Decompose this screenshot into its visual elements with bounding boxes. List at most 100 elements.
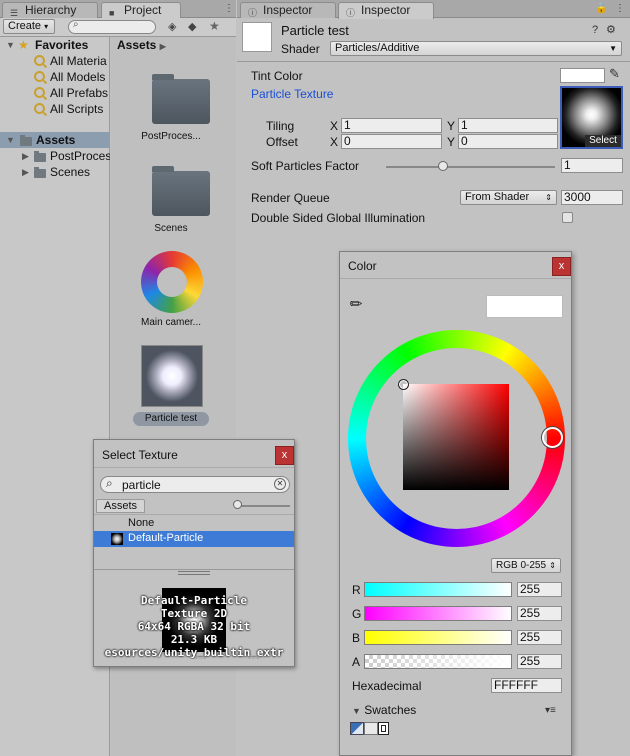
- r-slider[interactable]: [364, 582, 512, 597]
- search-filter-icon: [34, 55, 45, 66]
- material-name: Particle test: [281, 23, 349, 38]
- material-thumbnail: [141, 345, 203, 407]
- asset-item[interactable]: Main camer...: [121, 249, 221, 329]
- dropdown-arrow-icon: ▼: [609, 44, 617, 53]
- tiling-y-field[interactable]: 1: [458, 118, 558, 133]
- color-mode-dropdown[interactable]: RGB 0-255 ⇕: [491, 558, 561, 573]
- double-sided-gi-checkbox[interactable]: [562, 212, 573, 223]
- folder-icon: [20, 135, 32, 146]
- particle-texture-label: Particle Texture: [251, 87, 334, 101]
- tree-favorites[interactable]: ▼ ★ Favorites: [0, 37, 110, 53]
- tab-inspector-active[interactable]: ⓘ Inspector: [338, 2, 434, 19]
- soft-particles-slider-track[interactable]: [386, 166, 555, 168]
- info-icon: ⓘ: [248, 8, 258, 18]
- clear-search-icon[interactable]: ✕: [274, 478, 286, 490]
- g-field[interactable]: 255: [517, 606, 562, 621]
- texture-list-item[interactable]: None: [94, 516, 294, 531]
- settings-icon[interactable]: ⚙: [606, 23, 616, 36]
- close-icon[interactable]: x: [552, 257, 571, 276]
- b-slider[interactable]: [364, 630, 512, 645]
- color-picker-titlebar: Color x: [340, 252, 571, 279]
- zoom-slider-track[interactable]: [234, 505, 290, 507]
- project-search-input[interactable]: ⌕: [68, 19, 156, 34]
- asset-item-selected[interactable]: Particle test: [121, 343, 221, 426]
- soft-particles-field[interactable]: 1: [561, 158, 623, 173]
- folder-icon: [34, 151, 46, 162]
- select-texture-button[interactable]: Select: [585, 135, 621, 147]
- swatches-menu-icon[interactable]: ▾≡: [545, 705, 556, 716]
- offset-y-field[interactable]: 0: [458, 134, 558, 149]
- favorite-item[interactable]: All Prefabs: [0, 85, 110, 101]
- render-queue-label: Render Queue: [251, 191, 330, 205]
- eyedropper-icon[interactable]: ✎: [345, 293, 367, 315]
- tiling-x-field[interactable]: 1: [341, 118, 442, 133]
- a-field[interactable]: 255: [517, 654, 562, 669]
- saturation-value-square[interactable]: [403, 384, 509, 490]
- resize-handle-icon[interactable]: [178, 571, 210, 575]
- tab-project[interactable]: ■ Project: [101, 2, 181, 19]
- tiling-x-label: X: [330, 119, 339, 133]
- favorite-star-icon[interactable]: ★: [209, 19, 220, 33]
- a-slider[interactable]: [364, 654, 512, 669]
- folder-icon: [152, 166, 210, 216]
- eyedropper-icon[interactable]: ✎: [609, 66, 620, 82]
- tree-folder[interactable]: ▶ PostProces: [0, 148, 110, 164]
- lock-icon[interactable]: 🔒: [595, 3, 607, 14]
- asset-item[interactable]: Scenes: [121, 166, 221, 237]
- saturation-value-handle[interactable]: [398, 379, 409, 390]
- breadcrumb[interactable]: Assets ▶: [117, 38, 166, 52]
- tab-menu-icon[interactable]: ⋮: [224, 3, 234, 14]
- hue-handle[interactable]: [542, 427, 563, 448]
- tree-folder[interactable]: ▶ Scenes: [0, 164, 110, 180]
- search-filter-icon: [34, 103, 45, 114]
- select-texture-title: Select Texture: [102, 448, 178, 462]
- folder-icon: [34, 167, 46, 178]
- texture-slot[interactable]: Select: [560, 86, 623, 149]
- search-filter-icon: [34, 87, 45, 98]
- render-queue-dropdown[interactable]: From Shader ⇕: [460, 190, 557, 205]
- dropdown-arrow-icon: ⇕: [549, 561, 556, 570]
- offset-x-field[interactable]: 0: [341, 134, 442, 149]
- swatch-white[interactable]: [364, 722, 378, 735]
- expand-arrow-icon: ▼: [6, 135, 15, 145]
- g-slider[interactable]: [364, 606, 512, 621]
- swatch-preset[interactable]: [350, 722, 364, 735]
- tab-menu-icon[interactable]: ⋮: [615, 3, 625, 14]
- offset-y-label: Y: [447, 135, 456, 149]
- render-queue-field[interactable]: 3000: [561, 190, 623, 205]
- filter-by-type-icon[interactable]: ◈: [168, 20, 176, 33]
- texture-search-input[interactable]: ⌕ particle ✕: [100, 476, 290, 493]
- collapse-arrow-icon: ▶: [22, 167, 29, 177]
- close-icon[interactable]: x: [275, 446, 294, 465]
- b-field[interactable]: 255: [517, 630, 562, 645]
- tab-inspector[interactable]: ⓘ Inspector: [240, 2, 336, 18]
- favorite-item[interactable]: All Scripts: [0, 101, 110, 117]
- asset-item[interactable]: PostProces...: [121, 73, 221, 143]
- filter-by-label-icon[interactable]: ◆: [188, 20, 196, 33]
- shader-dropdown[interactable]: Particles/Additive ▼: [330, 41, 622, 56]
- left-tab-strip: ☰ Hierarchy ■ Project ⋮: [0, 0, 236, 19]
- soft-particles-slider-thumb[interactable]: [438, 161, 448, 171]
- folder-icon: [152, 74, 210, 124]
- search-icon: ⌕: [73, 19, 79, 30]
- color-picker-title: Color: [348, 259, 377, 273]
- swatches-header[interactable]: ▼ Swatches: [352, 703, 416, 717]
- tree-assets[interactable]: ▼ Assets: [0, 132, 110, 148]
- favorite-item[interactable]: All Models: [0, 69, 110, 85]
- tint-color-field[interactable]: [560, 68, 605, 83]
- tab-assets[interactable]: Assets: [96, 499, 145, 513]
- a-label: A: [352, 655, 361, 669]
- tab-hierarchy[interactable]: ☰ Hierarchy: [2, 2, 98, 18]
- r-field[interactable]: 255: [517, 582, 562, 597]
- zoom-slider-thumb[interactable]: [233, 500, 242, 509]
- texture-list-item-selected[interactable]: Default-Particle: [94, 531, 294, 547]
- hex-field[interactable]: FFFFFF: [491, 678, 562, 693]
- g-label: G: [352, 607, 362, 621]
- select-texture-titlebar: Select Texture x: [94, 440, 294, 468]
- favorite-item[interactable]: All Materia: [0, 53, 110, 69]
- create-button[interactable]: Create ▾: [3, 19, 55, 34]
- help-icon[interactable]: ?: [592, 24, 598, 36]
- info-icon: ⓘ: [346, 8, 356, 18]
- collapse-arrow-icon: ▶: [22, 151, 29, 161]
- add-swatch-button[interactable]: [378, 722, 389, 735]
